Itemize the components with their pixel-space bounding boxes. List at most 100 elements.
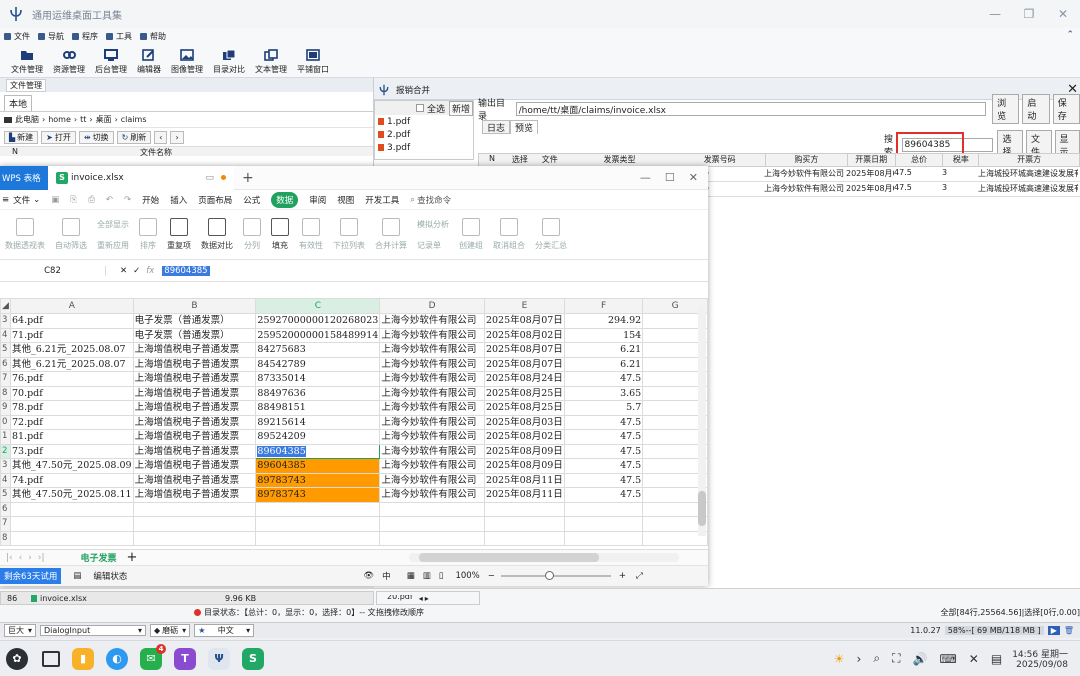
vertical-scrollbar[interactable]: [698, 306, 706, 536]
theme-select[interactable]: ◆ 磨砺 ▾: [150, 624, 191, 637]
menu-nav[interactable]: 导航: [38, 31, 64, 42]
clock-time[interactable]: 14:56 星期一: [1012, 647, 1068, 660]
col-header-e[interactable]: E: [483, 298, 565, 314]
sheet-tab-invoice[interactable]: 电子发票: [81, 551, 117, 564]
table-row[interactable]: 5 上海今妙软件有限公司 2025年08月09日 47.5 3 上海城投环城高速…: [704, 168, 1080, 182]
ungroup-button[interactable]: 取消组合: [493, 218, 525, 251]
fill-button[interactable]: 填充: [271, 218, 289, 251]
corner-cell[interactable]: ◢: [0, 298, 11, 314]
file-row-name[interactable]: invoice.xlsx: [40, 594, 225, 603]
save-button[interactable]: 保存: [1052, 94, 1080, 124]
new-button[interactable]: ▙ 新建: [4, 130, 39, 144]
open-button[interactable]: ➤ 打开: [41, 130, 76, 144]
back-button[interactable]: ‹: [154, 130, 168, 144]
toolbar-file-manager[interactable]: 文件管理: [6, 44, 48, 77]
network-icon[interactable]: ✕: [969, 652, 979, 666]
sort-button[interactable]: 排序: [139, 218, 157, 251]
breadcrumb-claims[interactable]: claims: [121, 115, 147, 124]
browser-icon[interactable]: ◐: [106, 647, 128, 670]
prev-sheet-icon[interactable]: ‹: [19, 553, 23, 563]
toolbar-dir-compare[interactable]: 目录对比: [208, 44, 250, 77]
local-tab[interactable]: 本地: [4, 95, 33, 111]
volume-icon[interactable]: 🔊: [913, 652, 928, 666]
show-all-button[interactable]: 全部显示 重新应用: [97, 219, 129, 251]
tab-log[interactable]: 日志: [482, 120, 511, 134]
trial-badge[interactable]: 剩余63天试用: [0, 568, 62, 584]
menu-file[interactable]: 文件: [4, 31, 30, 42]
maximize-button[interactable]: ❐: [1012, 0, 1046, 28]
file-menu[interactable]: 文件: [13, 194, 30, 206]
toolbar-text-manager[interactable]: 文本管理: [250, 44, 292, 77]
reading-view-icon[interactable]: ▯: [439, 571, 444, 581]
list-item[interactable]: 1.pdf: [375, 115, 473, 128]
tab-data[interactable]: 数据: [271, 191, 299, 208]
add-sheet-icon[interactable]: +: [127, 550, 138, 565]
input-method-icon[interactable]: 中: [382, 570, 391, 582]
menu-program[interactable]: 程序: [72, 31, 98, 42]
screen-icon[interactable]: ▭: [205, 173, 214, 183]
collapse-icon[interactable]: ⌃: [1066, 30, 1074, 40]
table-row[interactable]: 5 上海今妙软件有限公司 2025年08月09日 47.5 3 上海城投环城高速…: [704, 183, 1080, 197]
data-compare-button[interactable]: 数据对比: [201, 218, 233, 251]
wps-minimize-button[interactable]: —: [640, 171, 651, 184]
breadcrumb-tt[interactable]: tt: [80, 115, 86, 124]
expand-tray-icon[interactable]: ›: [857, 652, 862, 666]
toolbar-backend-manager[interactable]: 后台管理: [90, 44, 132, 77]
tab-developer[interactable]: 开发工具: [365, 194, 399, 206]
doc-tab[interactable]: S invoice.xlsx ▭: [48, 166, 234, 190]
launcher-icon[interactable]: ✿: [6, 647, 28, 670]
switch-button[interactable]: ⇹ 切换: [78, 130, 114, 144]
tab-view[interactable]: 视图: [337, 194, 354, 206]
normal-view-icon[interactable]: ▦: [407, 571, 415, 581]
save-icon[interactable]: ▣: [51, 195, 59, 205]
file-app-icon[interactable]: ▮: [72, 647, 94, 670]
create-group-button[interactable]: 创建组: [459, 218, 483, 251]
peek-prev-icon[interactable]: ◂: [419, 594, 423, 603]
clock-date[interactable]: 2025/09/08: [1016, 660, 1068, 670]
menu-help[interactable]: 帮助: [140, 31, 166, 42]
zoom-slider[interactable]: [500, 571, 611, 580]
macro-icon[interactable]: ▤: [73, 571, 81, 581]
zoom-out-icon[interactable]: −: [488, 571, 495, 581]
zoom-slider-knob[interactable]: [544, 571, 554, 580]
menu-tools[interactable]: 工具: [106, 31, 132, 42]
col-header-a[interactable]: A: [9, 298, 134, 314]
list-item[interactable]: 2.pdf: [375, 128, 473, 141]
breadcrumb-this-pc[interactable]: 此电脑: [15, 114, 39, 125]
close-button[interactable]: ✕: [1046, 0, 1080, 28]
font-size-select[interactable]: 巨大 ▾: [4, 624, 37, 637]
wps-maximize-button[interactable]: ☐: [665, 171, 675, 184]
horizontal-scrollbar[interactable]: [409, 553, 680, 562]
output-path-input[interactable]: /home/tt/桌面/claims/invoice.xlsx: [515, 102, 987, 116]
wps-close-button[interactable]: ✕: [689, 171, 698, 184]
tab-review[interactable]: 审阅: [309, 194, 326, 206]
toolbar-tile-windows[interactable]: 平铺窗口: [292, 44, 334, 77]
split-column-button[interactable]: 分列: [243, 218, 261, 251]
subtotal-button[interactable]: 分类汇总: [535, 218, 567, 251]
formula-input[interactable]: 89604385: [162, 265, 210, 276]
tab-insert[interactable]: 插入: [170, 194, 187, 206]
notification-icon[interactable]: ▤: [991, 652, 1002, 666]
scroll-thumb[interactable]: [698, 491, 706, 526]
peek-next-icon[interactable]: ▸: [425, 594, 429, 603]
minimize-button[interactable]: —: [978, 0, 1012, 28]
col-header-d[interactable]: D: [379, 298, 485, 314]
multitask-icon[interactable]: [42, 650, 60, 667]
toolbar-image-manager[interactable]: 图像管理: [166, 44, 208, 77]
tab-home[interactable]: 开始: [142, 194, 159, 206]
dropdown-list-button[interactable]: 下拉列表: [333, 218, 365, 251]
start-button[interactable]: 启动: [1022, 94, 1050, 124]
h-scroll-thumb[interactable]: [419, 553, 600, 562]
refresh-button[interactable]: ↻ 刷新: [116, 130, 152, 144]
tab-formula[interactable]: 公式: [243, 194, 260, 206]
next-sheet-icon[interactable]: ›: [28, 553, 32, 563]
chat-app-icon[interactable]: ✉ 4: [140, 643, 166, 670]
wps-logo[interactable]: WPS 表格: [0, 166, 48, 190]
first-sheet-icon[interactable]: |‹: [6, 553, 13, 563]
zoom-level[interactable]: 100%: [455, 571, 479, 581]
screenshot-icon[interactable]: ⛶: [892, 651, 900, 666]
list-item[interactable]: 3.pdf: [375, 141, 473, 154]
pivot-table-button[interactable]: 数据透视表: [5, 218, 45, 251]
hamburger-icon[interactable]: ≡: [2, 195, 9, 205]
new-item-button[interactable]: 新增: [448, 100, 473, 116]
